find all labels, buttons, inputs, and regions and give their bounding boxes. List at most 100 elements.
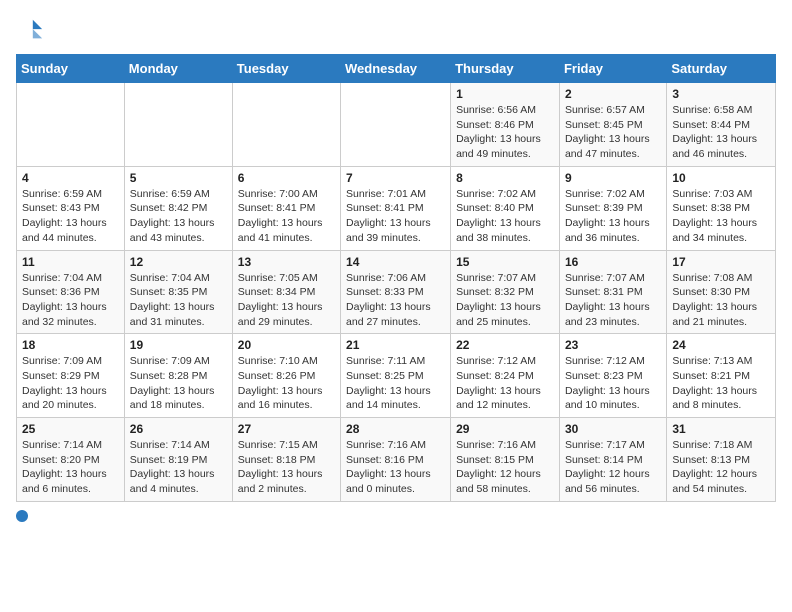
week-row-1: 1 Sunrise: 6:56 AM Sunset: 8:46 PM Daylig…: [17, 83, 776, 167]
day-info: Sunrise: 6:58 AM Sunset: 8:44 PM Dayligh…: [672, 103, 770, 162]
day-info: Sunrise: 7:03 AM Sunset: 8:38 PM Dayligh…: [672, 187, 770, 246]
day-info: Sunrise: 6:57 AM Sunset: 8:45 PM Dayligh…: [565, 103, 661, 162]
calendar-cell-3-7: 17 Sunrise: 7:08 AM Sunset: 8:30 PM Dayli…: [667, 250, 776, 334]
week-row-4: 18Sunrise: 7:09 AM Sunset: 8:29 PM Dayli…: [17, 334, 776, 418]
header-friday: Friday: [559, 55, 666, 83]
calendar-cell-5-3: 27 Sunrise: 7:15 AM Sunset: 8:18 PM Dayli…: [232, 418, 340, 502]
header-thursday: Thursday: [451, 55, 560, 83]
day-info: Sunrise: 7:04 AM Sunset: 8:35 PM Dayligh…: [130, 271, 227, 330]
day-number: 22: [456, 338, 554, 352]
day-number: 2: [565, 87, 661, 101]
day-number: 1: [456, 87, 554, 101]
calendar-cell-2-2: 5 Sunrise: 6:59 AM Sunset: 8:42 PM Daylig…: [124, 166, 232, 250]
calendar-cell-1-6: 2 Sunrise: 6:57 AM Sunset: 8:45 PM Daylig…: [559, 83, 666, 167]
day-number: 26: [130, 422, 227, 436]
calendar-cell-4-3: 20 Sunrise: 7:10 AM Sunset: 8:26 PM Dayli…: [232, 334, 340, 418]
calendar-cell-5-1: 25 Sunrise: 7:14 AM Sunset: 8:20 PM Dayli…: [17, 418, 125, 502]
calendar-table: SundayMondayTuesdayWednesdayThursdayFrid…: [16, 54, 776, 502]
calendar-cell-2-5: 8 Sunrise: 7:02 AM Sunset: 8:40 PM Daylig…: [451, 166, 560, 250]
header-monday: Monday: [124, 55, 232, 83]
day-info: Sunrise: 7:07 AM Sunset: 8:31 PM Dayligh…: [565, 271, 661, 330]
day-info: Sunrise: 7:01 AM Sunset: 8:41 PM Dayligh…: [346, 187, 445, 246]
day-number: 6: [238, 171, 335, 185]
calendar-cell-5-5: 29 Sunrise: 7:16 AM Sunset: 8:15 PM Dayli…: [451, 418, 560, 502]
header: [16, 16, 776, 44]
day-info: Sunrise: 7:04 AM Sunset: 8:36 PM Dayligh…: [22, 271, 119, 330]
calendar-cell-1-3: [232, 83, 340, 167]
day-info: Sunrise: 7:16 AM Sunset: 8:15 PM Dayligh…: [456, 438, 554, 497]
day-number: 31: [672, 422, 770, 436]
day-number: 19: [130, 338, 227, 352]
day-number: 10: [672, 171, 770, 185]
calendar-cell-4-5: 22 Sunrise: 7:12 AM Sunset: 8:24 PM Dayli…: [451, 334, 560, 418]
day-info: Sunrise: 7:18 AM Sunset: 8:13 PM Dayligh…: [672, 438, 770, 497]
day-info: Sunrise: 7:10 AM Sunset: 8:26 PM Dayligh…: [238, 354, 335, 413]
header-wednesday: Wednesday: [341, 55, 451, 83]
day-info: Sunrise: 7:14 AM Sunset: 8:20 PM Dayligh…: [22, 438, 119, 497]
day-number: 3: [672, 87, 770, 101]
day-number: 7: [346, 171, 445, 185]
header-sunday: Sunday: [17, 55, 125, 83]
day-number: 8: [456, 171, 554, 185]
calendar-cell-3-3: 13Sunrise: 7:05 AM Sunset: 8:34 PM Dayli…: [232, 250, 340, 334]
calendar-cell-2-4: 7 Sunrise: 7:01 AM Sunset: 8:41 PM Daylig…: [341, 166, 451, 250]
day-number: 16: [565, 255, 661, 269]
day-info: Sunrise: 7:16 AM Sunset: 8:16 PM Dayligh…: [346, 438, 445, 497]
calendar-cell-5-2: 26 Sunrise: 7:14 AM Sunset: 8:19 PM Dayli…: [124, 418, 232, 502]
day-number: 5: [130, 171, 227, 185]
calendar-cell-1-7: 3 Sunrise: 6:58 AM Sunset: 8:44 PM Daylig…: [667, 83, 776, 167]
day-info: Sunrise: 7:05 AM Sunset: 8:34 PM Dayligh…: [238, 271, 335, 330]
day-info: Sunrise: 7:15 AM Sunset: 8:18 PM Dayligh…: [238, 438, 335, 497]
day-info: Sunrise: 6:59 AM Sunset: 8:43 PM Dayligh…: [22, 187, 119, 246]
calendar-cell-2-7: 10 Sunrise: 7:03 AM Sunset: 8:38 PM Dayli…: [667, 166, 776, 250]
calendar-cell-2-3: 6 Sunrise: 7:00 AM Sunset: 8:41 PM Daylig…: [232, 166, 340, 250]
calendar-header-row: SundayMondayTuesdayWednesdayThursdayFrid…: [17, 55, 776, 83]
day-number: 23: [565, 338, 661, 352]
day-number: 14: [346, 255, 445, 269]
day-info: Sunrise: 7:17 AM Sunset: 8:14 PM Dayligh…: [565, 438, 661, 497]
calendar-cell-3-4: 14 Sunrise: 7:06 AM Sunset: 8:33 PM Dayli…: [341, 250, 451, 334]
day-number: 20: [238, 338, 335, 352]
day-number: 28: [346, 422, 445, 436]
day-info: Sunrise: 7:12 AM Sunset: 8:24 PM Dayligh…: [456, 354, 554, 413]
calendar-cell-4-4: 21 Sunrise: 7:11 AM Sunset: 8:25 PM Dayli…: [341, 334, 451, 418]
day-number: 27: [238, 422, 335, 436]
day-number: 21: [346, 338, 445, 352]
day-number: 25: [22, 422, 119, 436]
calendar-cell-1-5: 1 Sunrise: 6:56 AM Sunset: 8:46 PM Daylig…: [451, 83, 560, 167]
day-info: Sunrise: 7:02 AM Sunset: 8:39 PM Dayligh…: [565, 187, 661, 246]
calendar-cell-5-7: 31 Sunrise: 7:18 AM Sunset: 8:13 PM Dayli…: [667, 418, 776, 502]
day-number: 11: [22, 255, 119, 269]
day-number: 17: [672, 255, 770, 269]
calendar-cell-5-6: 30 Sunrise: 7:17 AM Sunset: 8:14 PM Dayli…: [559, 418, 666, 502]
footer-note: [16, 510, 776, 522]
calendar-cell-3-1: 11 Sunrise: 7:04 AM Sunset: 8:36 PM Dayli…: [17, 250, 125, 334]
day-number: 4: [22, 171, 119, 185]
day-info: Sunrise: 7:00 AM Sunset: 8:41 PM Dayligh…: [238, 187, 335, 246]
day-number: 29: [456, 422, 554, 436]
day-info: Sunrise: 7:11 AM Sunset: 8:25 PM Dayligh…: [346, 354, 445, 413]
day-info: Sunrise: 6:56 AM Sunset: 8:46 PM Dayligh…: [456, 103, 554, 162]
calendar-cell-2-6: 9 Sunrise: 7:02 AM Sunset: 8:39 PM Daylig…: [559, 166, 666, 250]
day-info: Sunrise: 7:08 AM Sunset: 8:30 PM Dayligh…: [672, 271, 770, 330]
day-info: Sunrise: 7:12 AM Sunset: 8:23 PM Dayligh…: [565, 354, 661, 413]
day-number: 30: [565, 422, 661, 436]
calendar-cell-4-1: 18Sunrise: 7:09 AM Sunset: 8:29 PM Dayli…: [17, 334, 125, 418]
day-info: Sunrise: 7:09 AM Sunset: 8:28 PM Dayligh…: [130, 354, 227, 413]
header-tuesday: Tuesday: [232, 55, 340, 83]
day-info: Sunrise: 7:02 AM Sunset: 8:40 PM Dayligh…: [456, 187, 554, 246]
calendar-cell-2-1: 4 Sunrise: 6:59 AM Sunset: 8:43 PM Daylig…: [17, 166, 125, 250]
header-saturday: Saturday: [667, 55, 776, 83]
week-row-3: 11 Sunrise: 7:04 AM Sunset: 8:36 PM Dayli…: [17, 250, 776, 334]
calendar-cell-3-6: 16 Sunrise: 7:07 AM Sunset: 8:31 PM Dayli…: [559, 250, 666, 334]
day-info: Sunrise: 7:07 AM Sunset: 8:32 PM Dayligh…: [456, 271, 554, 330]
day-number: 15: [456, 255, 554, 269]
day-info: Sunrise: 7:14 AM Sunset: 8:19 PM Dayligh…: [130, 438, 227, 497]
day-info: Sunrise: 6:59 AM Sunset: 8:42 PM Dayligh…: [130, 187, 227, 246]
week-row-5: 25 Sunrise: 7:14 AM Sunset: 8:20 PM Dayli…: [17, 418, 776, 502]
calendar-cell-5-4: 28 Sunrise: 7:16 AM Sunset: 8:16 PM Dayli…: [341, 418, 451, 502]
calendar-cell-3-5: 15 Sunrise: 7:07 AM Sunset: 8:32 PM Dayli…: [451, 250, 560, 334]
day-info: Sunrise: 7:06 AM Sunset: 8:33 PM Dayligh…: [346, 271, 445, 330]
day-number: 9: [565, 171, 661, 185]
logo-icon: [16, 16, 44, 44]
